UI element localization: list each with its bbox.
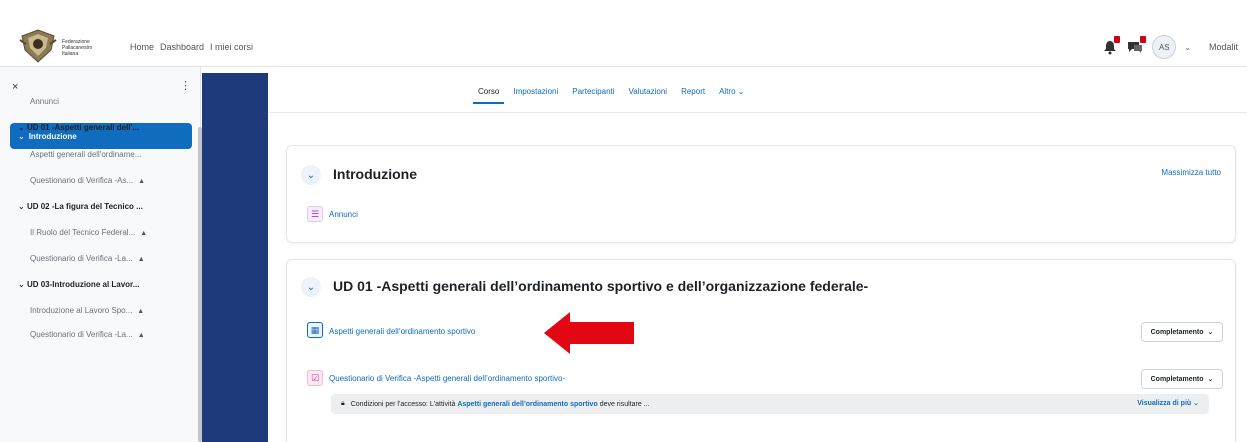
activity-link-questionario[interactable]: Questionario di Verifica -Aspetti genera… bbox=[329, 374, 565, 383]
drawer-item-label: Questionario di Verifica -La... bbox=[30, 254, 133, 263]
edit-mode-label[interactable]: Modalit bbox=[1209, 42, 1247, 52]
notification-badge bbox=[1114, 36, 1121, 43]
chevron-down-icon: ⌄ bbox=[18, 280, 27, 289]
chevron-down-icon: ⌄ bbox=[18, 123, 27, 132]
lock-icon: ▲ bbox=[137, 332, 145, 339]
drawer-item[interactable]: Aspetti generali dell'ordiname... bbox=[30, 150, 190, 159]
section-ud01: ⌄ UD 01 -Aspetti generali dell’ordinamen… bbox=[286, 259, 1236, 442]
drawer-item[interactable]: Questionario di Verifica -As... ▲ bbox=[30, 176, 190, 185]
drawer-section-label: UD 01 -Aspetti generali dell'... bbox=[26, 123, 140, 132]
nav-home[interactable]: Home bbox=[130, 42, 154, 52]
completion-dropdown[interactable]: Completamento ⌄ bbox=[1141, 322, 1223, 342]
restriction-suffix: deve risultare ... bbox=[599, 400, 650, 408]
tab-altro-label: Altro bbox=[719, 87, 736, 96]
tab-valutazioni[interactable]: Valutazioni bbox=[629, 87, 668, 104]
background-strip bbox=[202, 73, 268, 442]
user-menu-area: AS ⌄ Modalit bbox=[1102, 32, 1247, 62]
forum-icon: ☰ bbox=[307, 206, 323, 222]
drawer-item[interactable]: Annunci bbox=[30, 97, 190, 106]
drawer-item[interactable]: Il Ruolo del Tecnico Federal... ▲ bbox=[30, 228, 190, 237]
chevron-down-icon[interactable]: ⌄ bbox=[1184, 43, 1191, 52]
tab-altro[interactable]: Altro ⌄ bbox=[719, 87, 744, 104]
completion-label: Completamento bbox=[1150, 375, 1204, 383]
expand-all-link[interactable]: Massimizza tutto bbox=[1161, 168, 1221, 177]
chevron-down-icon: ⌄ bbox=[1207, 329, 1214, 336]
drawer-section-label: Introduzione bbox=[28, 131, 77, 141]
restriction-prefix: Condizioni per l'accesso: L'attività bbox=[350, 400, 456, 408]
notification-bell-icon[interactable] bbox=[1102, 36, 1121, 55]
drawer-item-label: Introduzione al Lavoro Spo... bbox=[30, 306, 133, 315]
drawer-item-label: Questionario di Verifica -La... bbox=[30, 330, 133, 339]
drawer-section[interactable]: ⌄ UD 01 -Aspetti generali dell'... bbox=[18, 123, 196, 132]
drawer-section-label: UD 03-Introduzione al Lavor... bbox=[26, 280, 140, 289]
tab-impostazioni[interactable]: Impostazioni bbox=[513, 87, 558, 104]
show-more-label: Visualizza di più bbox=[1137, 400, 1192, 407]
nav-my-courses[interactable]: I miei corsi bbox=[210, 42, 253, 52]
chevron-down-icon: ⌄ bbox=[737, 87, 745, 96]
main-content: Corso Impostazioni Partecipanti Valutazi… bbox=[268, 67, 1247, 442]
section-title: Introduzione bbox=[333, 166, 417, 182]
message-badge bbox=[1140, 36, 1147, 43]
restriction-activity-link[interactable]: Aspetti generali dell’ordinamento sporti… bbox=[457, 401, 597, 408]
restriction-text: Condizioni per l'accesso: L'attività Asp… bbox=[351, 401, 650, 408]
tab-report[interactable]: Report bbox=[681, 87, 705, 104]
chevron-down-icon[interactable]: ⌄ bbox=[301, 165, 321, 185]
drawer-item-label: Aspetti generali dell'ordiname... bbox=[30, 150, 142, 159]
lock-icon: ▲ bbox=[140, 230, 148, 237]
drawer-item-label: Il Ruolo del Tecnico Federal... bbox=[30, 228, 136, 237]
activity-link-aspetti-generali[interactable]: Aspetti generali dell’ordinamento sporti… bbox=[329, 327, 475, 336]
nav-dashboard[interactable]: Dashboard bbox=[160, 42, 204, 52]
chevron-down-icon: ⌄ bbox=[18, 131, 25, 141]
logo-text: Federazione Pallacanestro Italiana bbox=[62, 39, 93, 57]
federation-logo[interactable] bbox=[18, 28, 58, 66]
top-navbar: Federazione Pallacanestro Italiana Home … bbox=[0, 0, 1247, 67]
drawer-item[interactable]: Introduzione al Lavoro Spo... ▲ bbox=[30, 306, 190, 315]
quiz-icon: ☑ bbox=[307, 370, 323, 386]
drawer-item-label: Annunci bbox=[30, 97, 59, 106]
lock-icon: ▲ bbox=[137, 256, 145, 263]
drawer-section[interactable]: ⌄ UD 03-Introduzione al Lavor... bbox=[18, 280, 196, 289]
chevron-down-icon: ⌄ bbox=[1207, 376, 1214, 383]
drawer-section[interactable]: ⌄ UD 02 -La figura del Tecnico ... bbox=[18, 202, 196, 211]
red-arrow-annotation bbox=[544, 312, 634, 354]
drawer-item[interactable]: Questionario di Verifica -La... ▲ bbox=[30, 330, 190, 339]
chevron-down-icon: ⌄ bbox=[18, 202, 27, 211]
show-more-link[interactable]: Visualizza di più ⌄ bbox=[1137, 399, 1199, 407]
section-title: UD 01 -Aspetti generali dell’ordinamento… bbox=[333, 278, 869, 294]
chat-icon[interactable] bbox=[1126, 36, 1147, 55]
activity-link-annunci[interactable]: Annunci bbox=[329, 210, 358, 219]
lock-icon: 🔒︎ bbox=[341, 400, 345, 407]
course-secondary-nav: Corso Impostazioni Partecipanti Valutazi… bbox=[472, 87, 744, 104]
completion-label: Completamento bbox=[1150, 328, 1204, 336]
lock-icon: ▲ bbox=[137, 308, 145, 315]
close-icon[interactable]: × bbox=[12, 81, 18, 93]
avatar[interactable]: AS bbox=[1152, 35, 1177, 59]
course-index-drawer: × ⋮ ⌄ Introduzione Annunci ⌄ UD 01 -Aspet… bbox=[0, 67, 202, 442]
scorm-package-icon: ▦ bbox=[307, 322, 323, 338]
drawer-item-label: Questionario di Verifica -As... bbox=[30, 176, 134, 185]
section-introduzione: ⌄ Introduzione Massimizza tutto ☰ Annunc… bbox=[286, 145, 1236, 243]
tab-corso[interactable]: Corso bbox=[472, 87, 505, 104]
access-restriction: 🔒︎ Condizioni per l'accesso: L'attività … bbox=[331, 394, 1209, 414]
primary-navigation: Home Dashboard I miei corsi bbox=[130, 42, 253, 52]
completion-dropdown[interactable]: Completamento ⌄ bbox=[1141, 369, 1223, 389]
kebab-menu-icon[interactable]: ⋮ bbox=[180, 79, 191, 92]
chevron-down-icon[interactable]: ⌄ bbox=[301, 277, 321, 297]
tab-partecipanti[interactable]: Partecipanti bbox=[572, 87, 614, 104]
drawer-item[interactable]: Questionario di Verifica -La... ▲ bbox=[30, 254, 190, 263]
lock-icon: ▲ bbox=[138, 178, 146, 185]
drawer-section-label: UD 02 -La figura del Tecnico ... bbox=[26, 202, 143, 211]
nav-divider bbox=[268, 112, 1247, 113]
